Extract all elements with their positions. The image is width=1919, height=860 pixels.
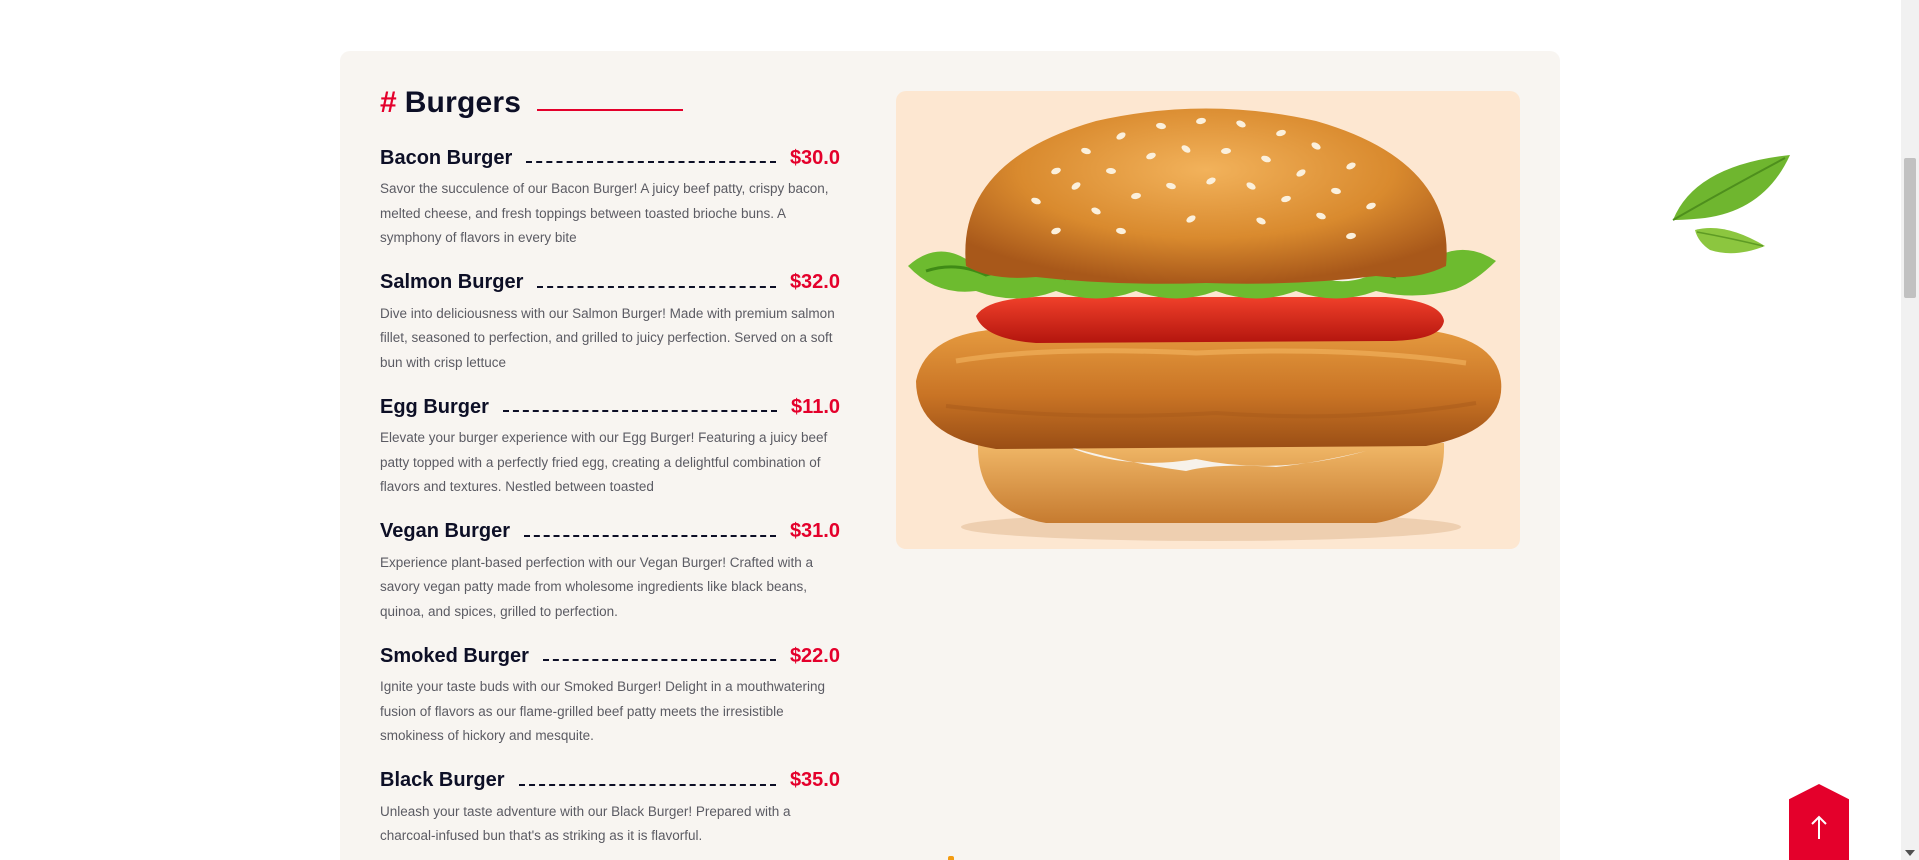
section-title: # Burgers: [380, 81, 840, 125]
menu-item-name[interactable]: Vegan Burger: [380, 520, 510, 543]
menu-item: Bacon Burger $30.0 Savor the succulence …: [380, 143, 840, 251]
menu-item-description: Dive into deliciousness with our Salmon …: [380, 305, 835, 370]
burger-image: [896, 91, 1520, 549]
page: # Burgers Bacon Burger $30.0 Savor the s…: [0, 0, 1919, 860]
menu-item-name[interactable]: Bacon Burger: [380, 147, 512, 170]
menu-item-name[interactable]: Black Burger: [380, 769, 505, 792]
carousel-dot: [948, 856, 954, 860]
menu-item-header: Smoked Burger $22.0: [380, 641, 840, 671]
menu-item-price: $30.0: [789, 146, 840, 169]
menu-item-description: Elevate your burger experience with our …: [380, 430, 828, 494]
dashed-leader: [526, 161, 776, 163]
hash-symbol: #: [380, 86, 397, 119]
menu-item-description: Ignite your taste buds with our Smoked B…: [380, 679, 825, 743]
menu-item-price: $32.0: [789, 271, 840, 293]
title-underline: [537, 109, 684, 111]
scroll-down-arrow-icon[interactable]: [1905, 850, 1915, 856]
menu-item-header: Egg Burger $11.0: [380, 392, 840, 422]
menu-list: # Burgers Bacon Burger $30.0 Savor the s…: [380, 81, 840, 860]
dashed-leader: [524, 534, 776, 537]
leaf-icon: [1672, 155, 1790, 254]
menu-item: Vegan Burger $31.0 Experience plant-base…: [380, 517, 840, 625]
menu-item: Egg Burger $11.0 Elevate your burger exp…: [380, 392, 840, 500]
menu-item-header: Black Burger $35.0: [380, 766, 840, 796]
dashed-leader: [502, 410, 778, 412]
menu-item: Black Burger $35.0 Unleash your taste ad…: [380, 766, 840, 849]
scroll-to-top-button[interactable]: [1789, 784, 1849, 860]
menu-item-description: Savor the succulence of our Bacon Burger…: [380, 181, 829, 245]
menu-item-price: $35.0: [789, 769, 840, 791]
scrollbar-thumb[interactable]: [1904, 158, 1916, 298]
menu-card: # Burgers Bacon Burger $30.0 Savor the s…: [340, 51, 1560, 860]
menu-item-header: Bacon Burger $30.0: [380, 143, 840, 173]
dashed-leader: [518, 783, 776, 786]
menu-item-name[interactable]: Smoked Burger: [380, 645, 529, 668]
dashed-leader: [537, 285, 776, 288]
menu-item-name[interactable]: Egg Burger: [380, 396, 489, 419]
menu-item: Smoked Burger $22.0 Ignite your taste bu…: [380, 641, 840, 749]
arrow-up-icon: [1811, 815, 1827, 839]
menu-item-header: Salmon Burger $32.0: [380, 268, 840, 298]
menu-item-price: $31.0: [789, 520, 840, 542]
menu-item-name[interactable]: Salmon Burger: [380, 271, 523, 294]
menu-item-price: $22.0: [789, 644, 840, 667]
menu-item-price: $11.0: [791, 395, 840, 418]
burger-illustration: [908, 108, 1502, 541]
menu-item-description: Unleash your taste adventure with our Bl…: [380, 803, 791, 844]
section-title-text: Burgers: [404, 86, 522, 119]
menu-item-description: Experience plant-based perfection with o…: [380, 554, 814, 619]
menu-item: Salmon Burger $32.0 Dive into deliciousn…: [380, 268, 840, 376]
dashed-leader: [542, 659, 776, 661]
menu-item-header: Vegan Burger $31.0: [380, 517, 840, 547]
page-scrollbar[interactable]: [1901, 0, 1919, 860]
